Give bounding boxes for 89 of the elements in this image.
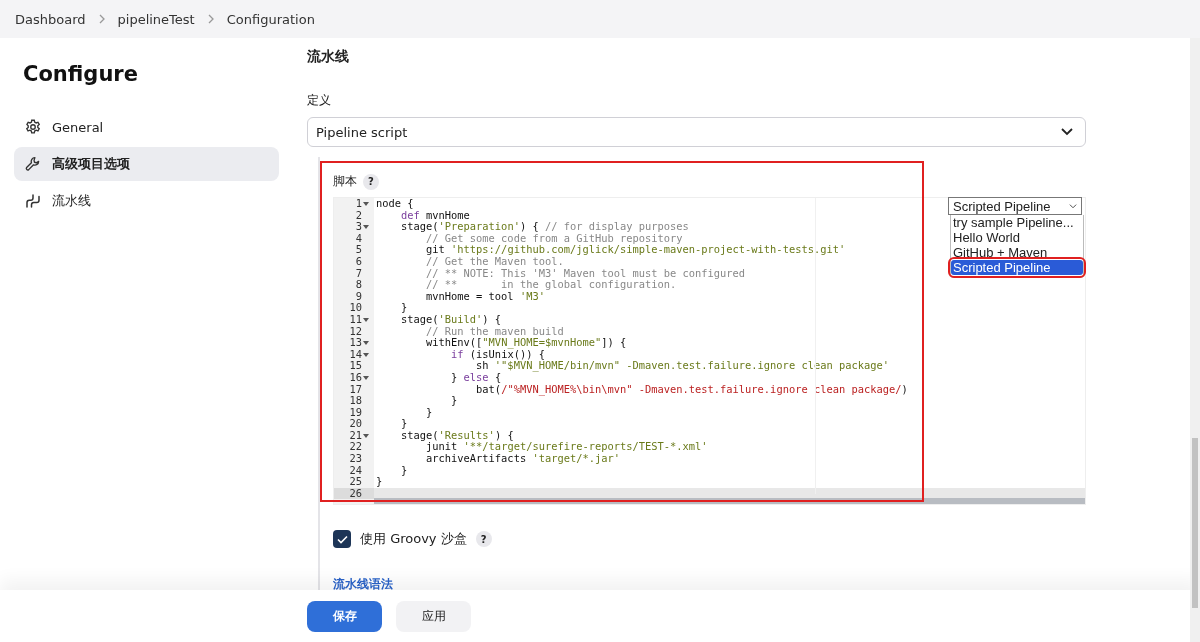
code-line: // Get some code from a GitHub repository [426,231,683,244]
line-number: 14 [349,348,362,361]
pipeline-icon [24,192,42,210]
line-number: 25 [349,476,362,488]
line-number: 16 [349,371,362,384]
breadcrumb-link[interactable]: pipelineTest [117,11,195,27]
line-number: 22 [349,441,362,454]
line-number: 8 [355,279,362,291]
section-title: 流水线 [307,48,350,66]
line-number: 11 [349,313,362,326]
line-number: 1 [355,198,362,210]
line-number: 10 [349,302,362,314]
line-number: 24 [349,464,362,477]
code-line: // Get the Maven tool. [425,254,564,267]
sidebar-item[interactable]: 流水线 [14,184,279,218]
code-line: stage('Build') { [400,312,502,325]
line-number: 7 [355,267,362,280]
fold-icon[interactable] [363,375,369,380]
chevron-down-icon [1069,203,1077,209]
code-line: // Run the maven build [426,324,564,337]
definition-select[interactable]: Pipeline script [307,117,1086,147]
scrollbar[interactable] [1190,38,1200,642]
sidebar-item[interactable]: General [14,110,279,144]
code-line: stage('Results') { [400,428,514,441]
save-button[interactable]: 保存 [307,600,382,632]
breadcrumb-link[interactable]: Configuration [226,11,315,27]
line-number: 9 [355,290,362,303]
sidebar-item[interactable]: 高级项目选项 [14,147,279,181]
check-icon [336,534,348,544]
line-number: 15 [349,360,362,372]
syntax-link[interactable]: 流水线语法 [333,576,393,593]
dropdown-option[interactable]: GitHub + Maven [951,245,1083,260]
code-line: withEnv(["MVN_HOME=$mvnHome"]) { [425,336,627,349]
code-line: git 'https://github.com/jglick/simple-maven-project-with-tests.git' [425,243,846,256]
line-number: 18 [349,395,362,407]
line-number: 12 [349,325,362,338]
line-number: 21 [349,429,362,442]
code-line: archiveArtifacts 'target/*.jar' [425,452,620,465]
wrench-icon [24,155,42,173]
code-line: if (isUnix()) { [451,347,545,360]
field-label: 定义 [307,92,332,109]
fold-icon[interactable] [363,201,369,206]
fold-icon[interactable] [363,352,369,357]
dropdown-option[interactable]: Scripted Pipeline [951,260,1083,275]
dropdown-option[interactable]: try sample Pipeline... [951,215,1083,230]
line-number: 20 [349,418,362,430]
code-line: } [450,394,458,407]
code-line: // ** NOTE: This 'M3' Maven tool must be configured [425,266,746,279]
chevron-icon [206,14,215,24]
line-number: 19 [349,406,362,419]
line-number: 13 [349,337,362,349]
code-line: } [400,417,408,430]
code-line: } [425,405,433,418]
breadcrumb-link[interactable]: Dashboard [15,11,86,27]
chevron-icon [97,14,106,24]
code-line: } [376,475,383,488]
checkbox-label: 使用 Groovy 沙盒 [360,530,467,548]
line-number: 26 [349,487,362,500]
help-button[interactable]: ? [363,173,379,190]
help-button[interactable]: ? [475,531,492,547]
code-line: } [400,301,408,314]
line-number: 4 [355,232,362,245]
fold-icon[interactable] [363,225,369,229]
line-number: 6 [355,255,362,268]
sample-select[interactable]: Scripted Pipeline [948,197,1082,215]
line-number: 5 [355,244,362,256]
code-line: mvnHome = tool 'M3' [425,289,545,302]
line-number: 17 [349,383,362,396]
line-number: 2 [355,209,362,222]
gear-icon [24,118,42,136]
checkbox[interactable] [333,530,351,548]
code-line: stage('Preparation') { // for display purposes [400,220,689,233]
code-line: def mvnHome [400,208,470,221]
code-line: // ** in the global configuration. [425,278,677,291]
page-title: Configure [23,62,139,86]
code-line: } [400,463,408,476]
code-line: } else { [450,370,502,383]
line-number: 3 [355,221,362,233]
code-line: junit '**/target/surefire-reports/TEST-*.xml' [426,440,708,453]
apply-button[interactable]: 应用 [396,600,471,632]
fold-icon[interactable] [363,317,369,322]
field-label: 脚本 [333,173,357,190]
dropdown-option[interactable]: Hello World [951,230,1083,245]
code-line: node { [376,197,414,209]
fold-icon[interactable] [363,433,369,438]
line-number: 23 [349,453,362,465]
chevron-down-icon [1061,128,1073,136]
fold-icon[interactable] [363,340,369,345]
code-editor[interactable] [333,197,1086,505]
